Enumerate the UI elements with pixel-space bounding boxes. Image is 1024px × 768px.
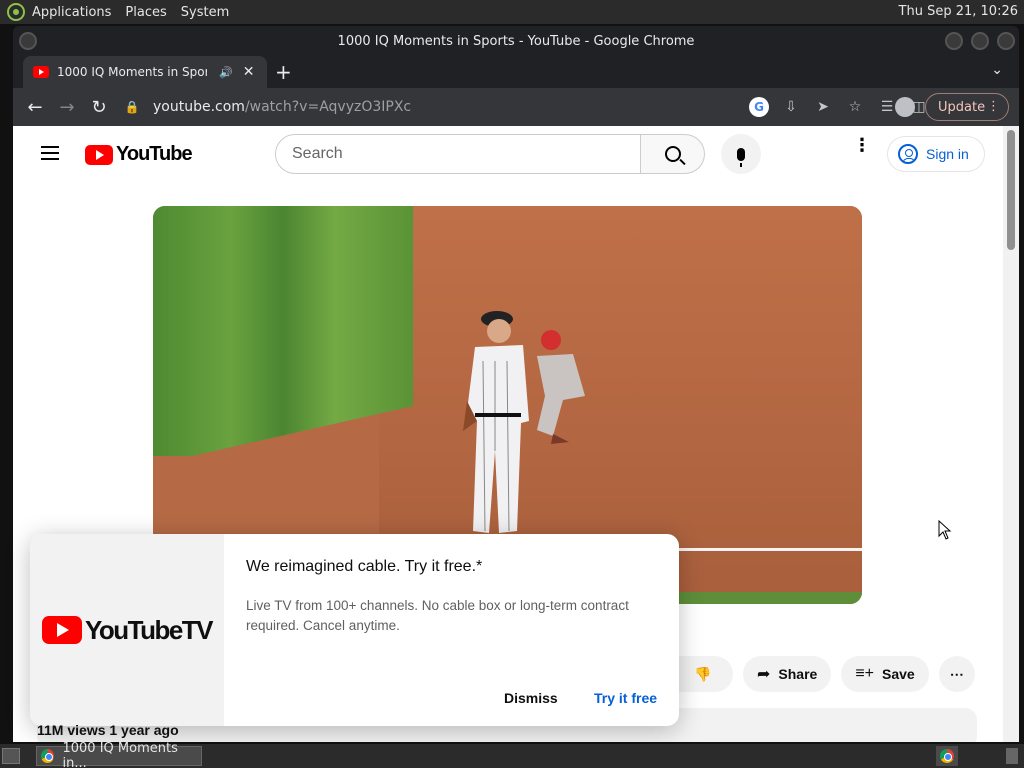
window-titlebar[interactable]: 1000 IQ Moments in Sports - YouTube - Go… [13,26,1019,56]
tab-youtube[interactable]: 1000 IQ Moments in Sports - YouTube 🔊 ✕ [23,56,267,88]
tab-search-icon[interactable]: ⌄ [991,62,1003,78]
clock[interactable]: Thu Sep 21, 10:26 [899,4,1018,19]
forward-icon[interactable]: → [51,97,83,118]
maximize-icon[interactable] [971,32,989,50]
search-placeholder: Search [292,145,343,162]
url-path: /watch?v=AqvyzO3IPXc [244,99,412,115]
guide-menu-icon[interactable] [41,146,59,160]
more-horizontal-icon: ⋯ [949,665,964,682]
video-actions: 👎 ➦ Share ≡+ Save ⋯ [673,656,975,692]
view-count: 11M views 1 year ago [37,722,179,738]
media-controls-icon[interactable]: ☰ [877,97,897,117]
taskbar-chrome-task[interactable]: 1000 IQ Moments in... [36,741,202,768]
video-frame-grass [153,206,413,456]
share-label: Share [778,666,818,682]
tray-chrome-launcher[interactable] [936,746,958,766]
new-tab-icon[interactable]: + [275,60,292,84]
window-menu-icon[interactable] [19,32,37,50]
back-icon[interactable]: ← [19,97,51,118]
search-button[interactable] [641,134,705,174]
youtube-header: YouTube Search ⋮ Sign in [13,126,1003,182]
promo-body: Live TV from 100+ channels. No cable box… [246,598,629,633]
voice-search-button[interactable] [721,134,761,174]
address-bar[interactable]: 🔒 youtube.com/watch?v=AqvyzO3IPXc [123,93,623,121]
system-menu[interactable]: System [181,5,229,20]
trash-icon[interactable] [1006,748,1018,764]
window-title: 1000 IQ Moments in Sports - YouTube - Go… [337,33,695,49]
dislike-button[interactable]: 👎 [673,656,733,692]
tab-strip: 1000 IQ Moments in Sports - YouTube 🔊 ✕ … [13,56,1019,88]
applications-menu[interactable]: Applications [32,5,111,20]
search-input[interactable]: Search [275,134,641,174]
lock-icon[interactable]: 🔒 [123,100,141,114]
promo-headline: We reimagined cable. Try it free.* [246,558,483,575]
share-button[interactable]: ➦ Share [743,656,832,692]
settings-more-icon[interactable]: ⋮ [853,137,871,155]
audio-playing-icon[interactable]: 🔊 [219,66,233,79]
chrome-menu-icon[interactable]: ⋮ [987,99,1000,114]
chrome-icon [41,749,55,763]
top-panel: Applications Places System Thu Sep 21, 1… [0,0,1024,24]
youtube-wordmark: YouTube [116,143,193,165]
close-tab-icon[interactable]: ✕ [243,64,255,80]
update-button[interactable]: Update ⋮ [925,93,1009,121]
video-frame-fielder [463,311,529,533]
update-label: Update [938,99,986,115]
sign-in-button[interactable]: Sign in [887,136,985,172]
share-icon[interactable]: ➤ [813,97,833,117]
show-desktop-icon[interactable] [2,748,20,764]
google-lens-icon[interactable]: G [749,97,769,117]
close-window-icon[interactable] [997,32,1015,50]
sign-in-label: Sign in [926,146,969,162]
chrome-tray-icon [940,749,954,763]
dismiss-button[interactable]: Dismiss [504,690,558,706]
microphone-icon [737,147,745,167]
bottom-taskbar: 1000 IQ Moments in... [0,741,1024,768]
tab-title: 1000 IQ Moments in Sports - YouTube [57,65,207,79]
account-icon [898,144,918,164]
youtube-play-logo-icon [85,144,113,165]
promo-logo-pane: YouTubeTV [30,534,224,726]
bookmark-star-icon[interactable]: ☆ [845,97,865,117]
places-menu[interactable]: Places [125,5,166,20]
save-button[interactable]: ≡+ Save [841,656,929,692]
profile-avatar-icon[interactable] [895,97,915,117]
youtube-tv-play-icon [41,616,82,644]
reload-icon[interactable]: ↻ [83,97,115,118]
page-scrollbar[interactable] [1003,126,1019,742]
search-icon [664,146,681,162]
youtube-tv-wordmark: YouTubeTV [84,614,214,645]
youtube-tv-logo: YouTubeTV [41,614,214,646]
share-arrow-icon: ➦ [757,666,771,683]
task-label: 1000 IQ Moments in... [62,741,178,768]
playlist-add-icon: ≡+ [855,665,875,682]
thumbs-down-icon: 👎 [694,665,712,682]
install-app-icon[interactable]: ⇩ [781,97,801,117]
save-label: Save [882,666,915,682]
browser-toolbar: ← → ↻ 🔒 youtube.com/watch?v=AqvyzO3IPXc … [13,88,1019,126]
distro-logo-icon[interactable] [6,2,26,22]
more-actions-button[interactable]: ⋯ [938,656,975,692]
scrollbar-thumb[interactable] [1007,130,1015,250]
url-host: youtube.com [153,99,245,115]
youtube-tv-promo: YouTubeTV We reimagined cable. Try it fr… [30,534,679,726]
youtube-logo[interactable]: YouTube [85,143,193,166]
youtube-favicon-icon [33,66,49,78]
mouse-cursor-icon [938,520,952,540]
try-it-free-button[interactable]: Try it free [594,690,657,706]
minimize-icon[interactable] [945,32,963,50]
